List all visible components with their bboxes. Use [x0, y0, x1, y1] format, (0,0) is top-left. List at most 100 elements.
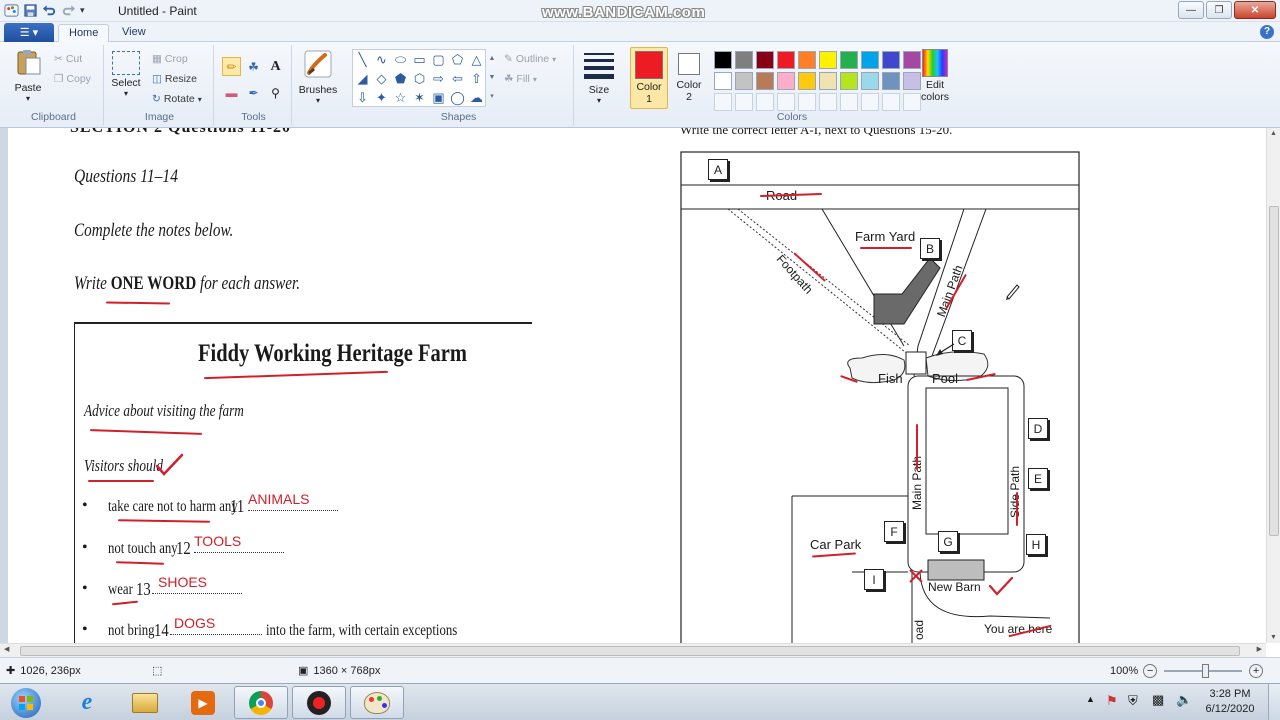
zoom-out-icon[interactable]: −: [1143, 664, 1158, 678]
taskbar-chrome[interactable]: [234, 686, 288, 719]
network-icon[interactable]: ▩: [1152, 692, 1164, 708]
custom-color-slot[interactable]: [882, 93, 900, 111]
color1-button[interactable]: Color 1: [630, 47, 668, 109]
drawing-canvas[interactable]: SECTION 2 Questions 11-20 Write the corr…: [8, 128, 1266, 643]
palette-swatch[interactable]: [798, 72, 816, 90]
zoom-in-icon[interactable]: +: [1249, 664, 1264, 678]
palette-swatch[interactable]: [882, 72, 900, 90]
clock[interactable]: 3:28 PM 6/12/2020: [1200, 687, 1260, 717]
palette-swatch[interactable]: [798, 51, 816, 69]
callout-oval-shape-icon[interactable]: ◯: [448, 88, 467, 107]
cut-button[interactable]: ✂ Cut: [54, 53, 82, 65]
pencil-tool[interactable]: ✏: [222, 57, 241, 76]
size-button[interactable]: Size ▾: [580, 49, 618, 105]
zoom-slider-thumb[interactable]: [1202, 664, 1210, 678]
palette-swatch[interactable]: [840, 72, 858, 90]
taskbar-explorer[interactable]: [118, 686, 172, 719]
rotate-button[interactable]: ↻ Rotate ▾: [152, 93, 202, 105]
shapes-gallery[interactable]: ╲ ∿ ⬭ ▭ ▢ ⬠ △ ◢ ◇ ⬟ ⬡ ⇨ ⇦ ⇧ ⇩ ✦ ☆ ✶ ▣ ◯ …: [352, 49, 486, 107]
start-button[interactable]: [2, 686, 50, 719]
palette-swatch[interactable]: [735, 51, 753, 69]
help-icon[interactable]: ?: [1260, 25, 1274, 39]
horizontal-scroll-thumb[interactable]: [20, 646, 1240, 656]
left-arrow-shape-icon[interactable]: ⇦: [448, 69, 467, 88]
palette-swatch[interactable]: [735, 72, 753, 90]
vertical-scrollbar[interactable]: ▲ ▼: [1266, 128, 1280, 643]
fill-tool[interactable]: ☘: [244, 57, 263, 76]
right-triangle-shape-icon[interactable]: ◢: [353, 69, 372, 88]
color-picker-tool[interactable]: ✒: [244, 83, 263, 102]
paint-app-icon[interactable]: [4, 3, 19, 18]
brushes-button[interactable]: Brushes ▾: [298, 49, 338, 105]
hexagon-shape-icon[interactable]: ⬡: [410, 69, 429, 88]
palette-swatch[interactable]: [714, 72, 732, 90]
rectangle-shape-icon[interactable]: ▭: [410, 50, 429, 69]
edit-colors-button[interactable]: Edit colors: [916, 49, 954, 103]
rounded-rectangle-shape-icon[interactable]: ▢: [429, 50, 448, 69]
palette-swatch[interactable]: [819, 51, 837, 69]
color2-button[interactable]: Color 2: [670, 47, 708, 109]
crop-button[interactable]: ▦ Crop: [152, 53, 188, 65]
undo-icon[interactable]: [42, 3, 57, 18]
outline-button[interactable]: ✎ Outline ▾: [504, 53, 556, 65]
taskbar-bandicam[interactable]: [292, 686, 346, 719]
palette-swatch[interactable]: [861, 72, 879, 90]
palette-swatch[interactable]: [777, 72, 795, 90]
polygon-shape-icon[interactable]: ⬠: [448, 50, 467, 69]
custom-color-slot[interactable]: [756, 93, 774, 111]
scroll-left-arrow-icon[interactable]: ◀: [4, 645, 9, 653]
callout-rect-shape-icon[interactable]: ▣: [429, 88, 448, 107]
line-shape-icon[interactable]: ╲: [353, 50, 372, 69]
custom-color-slot[interactable]: [840, 93, 858, 111]
file-menu-button[interactable]: ☰ ▾: [4, 23, 54, 42]
custom-color-slot[interactable]: [861, 93, 879, 111]
palette-swatch[interactable]: [756, 51, 774, 69]
scroll-up-arrow-icon[interactable]: ▲: [1270, 130, 1277, 137]
zoom-slider[interactable]: [1164, 664, 1243, 678]
tray-expand-icon[interactable]: ▲: [1086, 694, 1095, 704]
text-tool[interactable]: A: [266, 57, 285, 76]
oval-shape-icon[interactable]: ⬭: [391, 50, 410, 69]
tab-home[interactable]: Home: [58, 24, 110, 42]
custom-color-slot[interactable]: [819, 93, 837, 111]
magnifier-tool[interactable]: ⚲: [266, 83, 285, 102]
palette-swatch[interactable]: [840, 51, 858, 69]
palette-swatch[interactable]: [819, 72, 837, 90]
scroll-down-arrow-icon[interactable]: ▼: [1270, 634, 1277, 641]
select-button[interactable]: Select ▾: [108, 51, 144, 98]
custom-color-slot[interactable]: [735, 93, 753, 111]
customize-qat-icon[interactable]: ▾: [80, 5, 85, 16]
shapes-scroll-icon[interactable]: ▲ ▼ ▾: [487, 49, 497, 107]
palette-swatch[interactable]: [777, 51, 795, 69]
vertical-scroll-thumb[interactable]: [1269, 206, 1279, 536]
security-icon[interactable]: ⛨: [1128, 693, 1138, 709]
paste-button[interactable]: Paste ▾: [8, 47, 48, 103]
maximize-button[interactable]: ❐: [1206, 1, 1232, 19]
copy-button[interactable]: ❐ Copy: [54, 73, 91, 85]
down-arrow-shape-icon[interactable]: ⇩: [353, 88, 372, 107]
taskbar-media[interactable]: ▶: [176, 686, 230, 719]
taskbar-ie[interactable]: e: [60, 686, 114, 719]
palette-swatch[interactable]: [861, 51, 879, 69]
custom-color-slot[interactable]: [777, 93, 795, 111]
save-icon[interactable]: [23, 3, 38, 18]
up-arrow-shape-icon[interactable]: ⇧: [467, 69, 486, 88]
cloud-shape-icon[interactable]: ☁: [467, 88, 486, 107]
curve-shape-icon[interactable]: ∿: [372, 50, 391, 69]
action-center-flag-icon[interactable]: ⚑: [1106, 693, 1118, 709]
scroll-right-arrow-icon[interactable]: ▶: [1257, 645, 1262, 653]
triangle-shape-icon[interactable]: △: [467, 50, 486, 69]
five-point-star-shape-icon[interactable]: ☆: [391, 88, 410, 107]
resize-button[interactable]: ◫ Resize: [152, 73, 197, 85]
palette-swatch[interactable]: [756, 72, 774, 90]
show-desktop-button[interactable]: [1268, 684, 1280, 720]
taskbar-paint[interactable]: [350, 686, 404, 719]
custom-color-slot[interactable]: [798, 93, 816, 111]
pentagon-shape-icon[interactable]: ⬟: [391, 69, 410, 88]
volume-icon[interactable]: 🔈: [1176, 692, 1192, 708]
eraser-tool[interactable]: ▬: [222, 83, 241, 102]
horizontal-scrollbar[interactable]: ◀ ▶: [0, 643, 1266, 657]
fill-button[interactable]: ☘ Fill ▾: [504, 73, 537, 85]
close-button[interactable]: ✕: [1234, 1, 1276, 19]
palette-swatch[interactable]: [714, 51, 732, 69]
